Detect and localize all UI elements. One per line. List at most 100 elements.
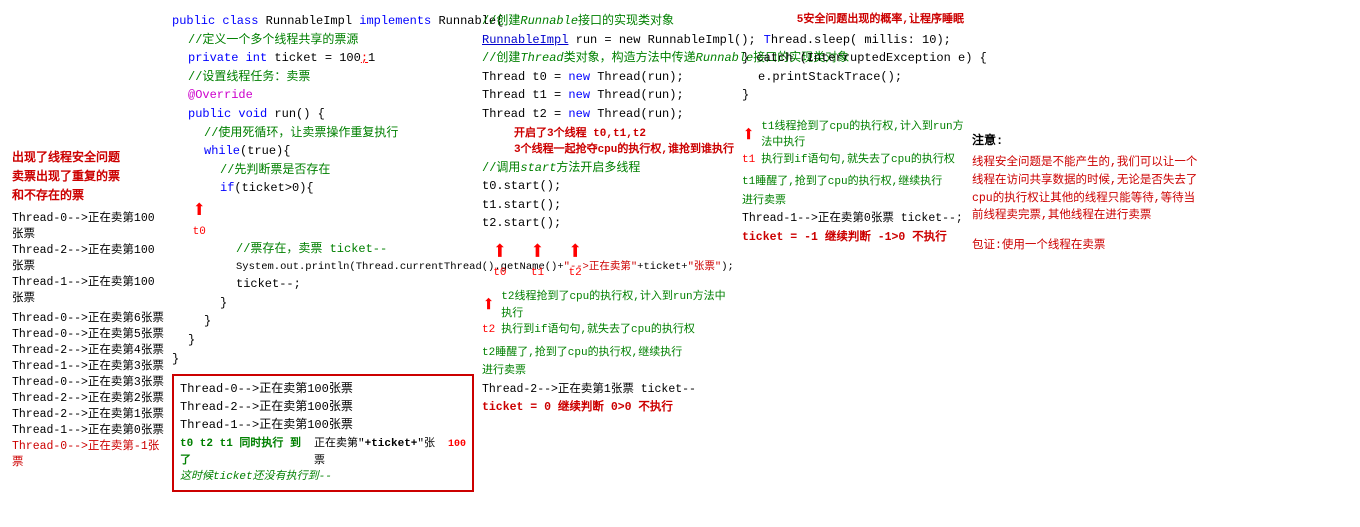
t2-ticket-val: ticket = 0 继续判断 0>0 不执行 (482, 398, 734, 416)
left-column: 出现了线程安全问题 卖票出现了重复的票 和不存在的票 Thread-0-->正在… (8, 8, 168, 519)
t1-thread-out: Thread-1-->正在卖第0张票 ticket--; (742, 209, 964, 227)
t1-desc-block: t1线程抢到了cpu的执行权,计入到run方法中执行 执行到if语句句,就失去了… (761, 119, 964, 169)
t2-second-arrow-icon: ⬆ (482, 289, 495, 322)
code-column: public class RunnableImpl implements Run… (168, 8, 478, 519)
code-line-ticket: private int ticket = 100;1 (172, 49, 474, 68)
sleep-annotation: 5安全问题出现的概率,让程序睡眠 (742, 12, 964, 29)
t1-desc1: t1线程抢到了cpu的执行权,计入到run方法中执行 (761, 119, 964, 152)
t2-desc3-block: t2睡醒了,抢到了cpu的执行权,继续执行 (482, 343, 734, 362)
t0-label: t0 (193, 224, 206, 241)
code-close2: } (172, 312, 474, 331)
thread-output-list: Thread-0-->正在卖第100张票 Thread-2-->正在卖第100张… (12, 209, 164, 469)
t2-arrow-row: ⬆ t2 t2线程抢到了cpu的执行权,计入到run方法中执行 执行到if语句句… (482, 289, 734, 339)
code-comment2: //设置线程任务：卖票 (172, 68, 474, 87)
t1-arrow-row: ⬆ t1 t1线程抢到了cpu的执行权,计入到run方法中执行 执行到if语句句… (742, 119, 964, 169)
code-comment1: //定义一个多个线程共享的票源 (172, 31, 474, 50)
t1-main-label: t1 (531, 265, 544, 282)
note-line1: 线程安全问题是不能产生的,我们可以让一个 (972, 154, 1264, 172)
code-close1: } (172, 294, 474, 313)
middle-comment2: //创建Thread类对象，构造方法中传递Runnable接口的实现类对象 (482, 49, 734, 68)
middle-comment1: //创建Runnable接口的实现类对象 (482, 12, 734, 31)
list-item: Thread-0-->正在卖第6张票 (12, 309, 164, 325)
list-item-last: Thread-0-->正在卖第-1张票 (12, 437, 164, 469)
list-item: Thread-2-->正在卖第100张票 (12, 241, 164, 273)
list-item: Thread-0-->正在卖第5张票 (12, 325, 164, 341)
middle-line1: RunnableImpl run = new RunnableImpl(); (482, 31, 734, 50)
t2-desc4-block: 进行卖票 (482, 361, 734, 380)
code-comment5: //票存在，卖票 ticket-- (172, 240, 474, 259)
t0-arrow-icon: ⬆ (192, 200, 206, 224)
t0-up-arrow-icon: ⬆ (492, 239, 508, 265)
t0-arrow-container: ⬆ t0 (192, 200, 474, 241)
note-header: 注意: (972, 132, 1264, 150)
code-comment4: //先判断票是否存在 (172, 161, 474, 180)
close-code: } (742, 88, 749, 102)
code-run: public void run() { (172, 105, 474, 124)
list-item: Thread-1-->正在卖第3张票 (12, 357, 164, 373)
t1-arrow-label: t1 (742, 152, 755, 169)
code-line-class: public class RunnableImpl implements Run… (172, 12, 474, 31)
main-arrows-row: ⬆ t0 ⬆ t1 ⬆ t2 (492, 239, 734, 282)
bottom-code-part: 正在卖第"+ticket+"张票 (314, 436, 444, 469)
note-label: 注意: (972, 134, 1003, 148)
bottom-annotation-text: t0 t2 t1 同时执行 到了 (180, 436, 310, 469)
t1-desc2: 执行到if语句句,就失去了cpu的执行权 (761, 152, 964, 169)
code-if: if(ticket>0){ (172, 179, 474, 198)
middle-line5: t0.start(); (482, 177, 734, 196)
close-brace: } (742, 86, 964, 105)
sleep-code-text: hread.sleep( millis: 10); (771, 33, 951, 47)
middle-comment3: //调用start方法开启多线程 (482, 159, 734, 178)
list-item: Thread-2-->正在卖第1张票 (12, 405, 164, 421)
list-item: Thread-1-->正在卖第100张票 (12, 273, 164, 305)
middle-line3: Thread t1 = new Thread(run); (482, 86, 734, 105)
annotation2: 3个线程一起抢夺cpu的执行权,谁抢到谁执行 (514, 142, 734, 159)
issue-title2: 卖票出现了重复的票 (12, 167, 164, 184)
list-item: Thread-0-->正在卖第100张票 (12, 209, 164, 241)
catch-code: } catch (InterruptedException e) { (742, 51, 987, 65)
t1-arrow-col: ⬆ t1 (742, 119, 755, 169)
arrows-column: 5安全问题出现的概率,让程序睡眠 Thread.sleep( millis: 1… (738, 8, 968, 519)
bottom-box-line1: Thread-0-->正在卖第100张票 (180, 380, 466, 398)
t2-desc4: 进行卖票 (482, 365, 526, 377)
t1-desc4: 进行卖票 (742, 195, 786, 207)
t2-thread-out: Thread-2-->正在卖第1张票 ticket-- (482, 380, 734, 398)
bottom-annotation-row: t0 t2 t1 同时执行 到了 正在卖第"+ticket+"张票 100 (180, 436, 466, 469)
t2-second-arrow: ⬆ t2 (482, 289, 495, 339)
t0-main-arrow: ⬆ t0 (492, 239, 508, 282)
bottom-box: Thread-0-->正在卖第100张票 Thread-2-->正在卖第100张… (172, 374, 474, 492)
sleep-code-line: Thread.sleep( millis: 10); (742, 31, 964, 50)
middle-line6: t1.start(); (482, 196, 734, 215)
t1-arrow-icon: ⬆ (742, 119, 755, 152)
note-line2: 线程在访问共享数据的时候,无论是否失去了 (972, 172, 1264, 190)
middle-line7: t2.start(); (482, 214, 734, 233)
t1-desc3: t1睡醒了,抢到了cpu的执行权,继续执行 (742, 176, 942, 188)
list-item: Thread-0-->正在卖第3张票 (12, 373, 164, 389)
t2-thread-output: Thread-2-->正在卖第1张票 ticket-- (482, 383, 696, 396)
bottom-box-line2: Thread-2-->正在卖第100张票 (180, 398, 466, 416)
t1-thread-output: Thread-1-->正在卖第0张票 ticket--; (742, 212, 963, 225)
t1-up-arrow-icon: ⬆ (530, 239, 546, 265)
t2-desc-block: t2线程抢到了cpu的执行权,计入到run方法中执行 执行到if语句句,就失去了… (501, 289, 734, 339)
t1-desc3-block: t1睡醒了,抢到了cpu的执行权,继续执行 (742, 172, 964, 191)
ticket-100: 100 (448, 437, 466, 452)
print-stack-code: e.printStackTrace(); (758, 70, 902, 84)
t0-main-label: t0 (493, 265, 506, 282)
thread-annotations: 开启了3个线程 t0,t1,t2 3个线程一起抢夺cpu的执行权,谁抢到谁执行 (482, 126, 734, 159)
code-println: System.out.println(Thread.currentThread(… (172, 259, 474, 275)
right-column: 注意: 线程安全问题是不能产生的,我们可以让一个 线程在访问共享数据的时候,无论… (968, 8, 1268, 519)
catch-line: } catch (InterruptedException e) { (742, 49, 964, 68)
right-inner: 注意: 线程安全问题是不能产生的,我们可以让一个 线程在访问共享数据的时候,无论… (972, 12, 1264, 255)
t2-second-label: t2 (482, 322, 495, 339)
t2-up-arrow-icon: ⬆ (567, 239, 583, 265)
t1-desc4-block: 进行卖票 (742, 191, 964, 210)
t2-desc1: t2线程抢到了cpu的执行权,计入到run方法中执行 (501, 289, 734, 322)
list-item: Thread-2-->正在卖第2张票 (12, 389, 164, 405)
t1-main-arrow: ⬆ t1 (530, 239, 546, 282)
code-close3: } (172, 331, 474, 350)
t2-main-label: t2 (569, 265, 582, 282)
code-while: while(true){ (172, 142, 474, 161)
list-item: Thread-2-->正在卖第4张票 (12, 341, 164, 357)
note-line4: 前线程卖完票,其他线程在进行卖票 (972, 207, 1264, 225)
note-line3: cpu的执行权让其他的线程只能等待,等待当 (972, 190, 1264, 208)
annotation1: 开启了3个线程 t0,t1,t2 (514, 126, 734, 143)
